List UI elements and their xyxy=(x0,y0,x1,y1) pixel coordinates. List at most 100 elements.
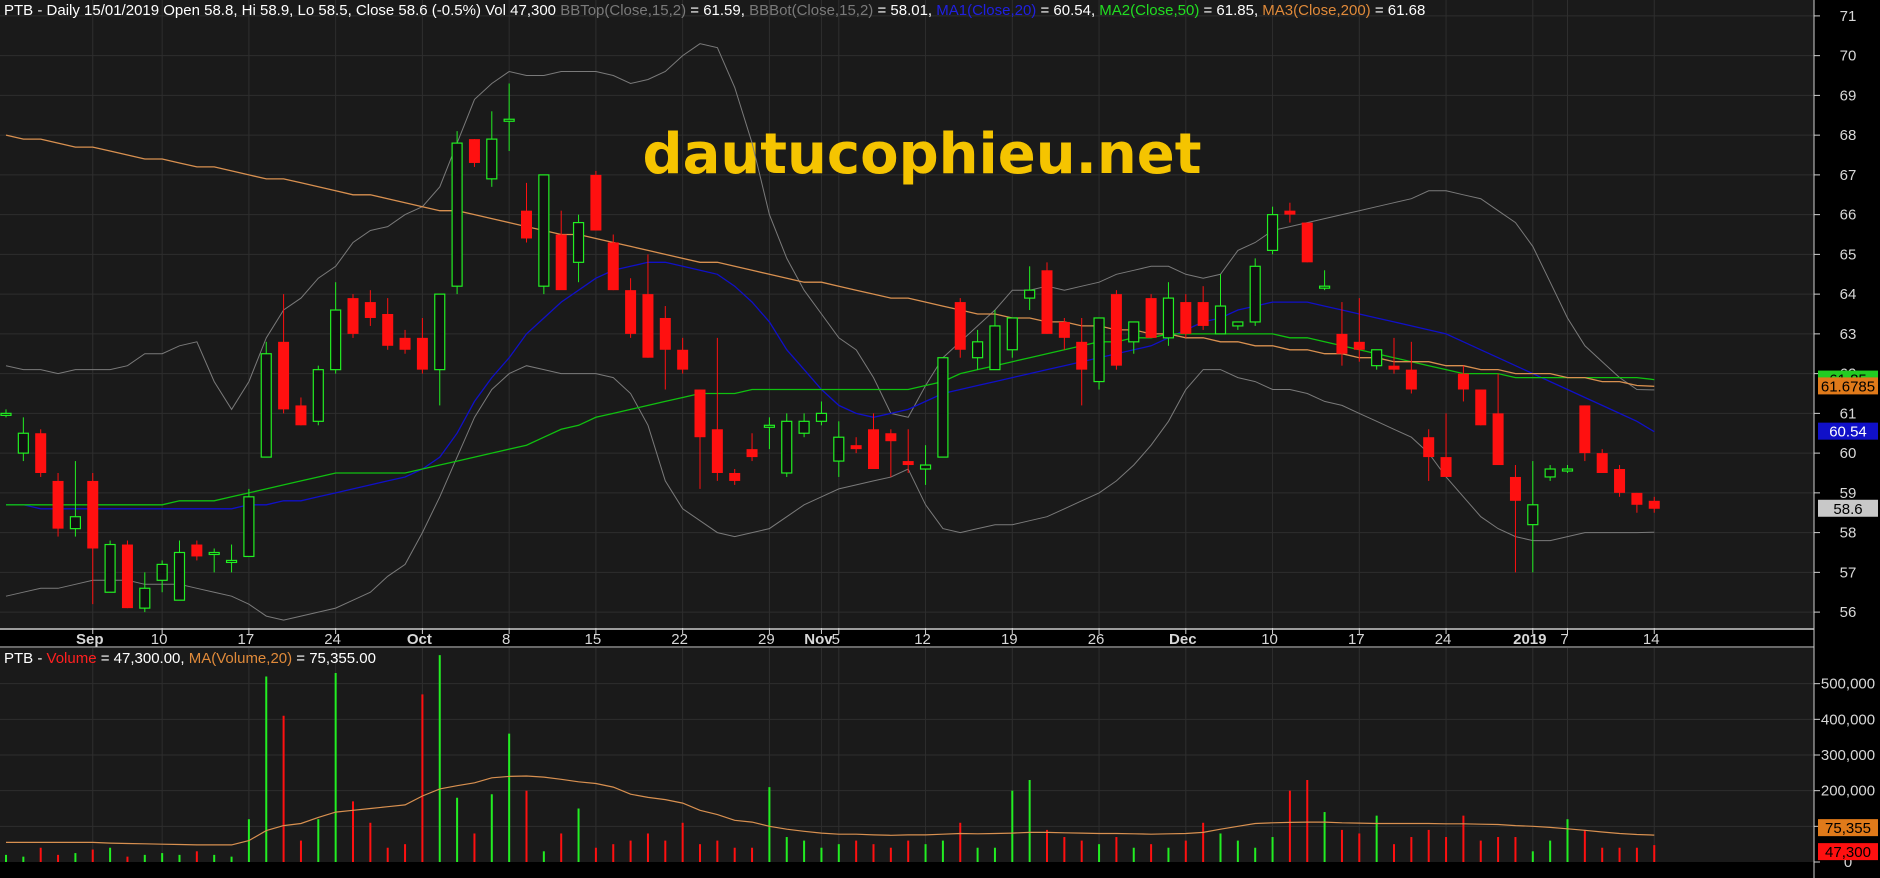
candle-body-down xyxy=(1388,365,1400,370)
candle-body-up xyxy=(989,325,1001,371)
candle-body-down xyxy=(399,337,411,350)
ticker-symbol: PTB xyxy=(4,2,33,19)
candle-body-up xyxy=(572,221,585,263)
candle-body-up xyxy=(971,341,984,359)
candle-body-up xyxy=(538,174,550,287)
x-tick-label: 12 xyxy=(914,631,931,648)
candle-body-up xyxy=(1249,265,1261,323)
candle-body-down xyxy=(347,298,359,334)
candle-body-up xyxy=(833,436,845,462)
y-tick-label: 61 xyxy=(1840,405,1857,422)
candle-body-down xyxy=(1631,492,1643,505)
candle-body-down xyxy=(659,317,671,350)
candle-body-down xyxy=(468,139,480,163)
ma2-value: = 61.85, xyxy=(1199,2,1262,19)
candle-body-down xyxy=(278,341,290,410)
candle-body-down xyxy=(87,480,99,549)
candle-body-down xyxy=(1596,453,1608,473)
price-header: PTB - Daily 15/01/2019 Open 58.8, Hi 58.… xyxy=(4,2,1425,19)
volume-tick-label: 300,000 xyxy=(1821,747,1875,764)
candle-body-up xyxy=(312,369,324,422)
y-tick-label: 71 xyxy=(1840,8,1857,25)
candle-body-down xyxy=(1110,294,1122,366)
y-tick-label: 60 xyxy=(1840,445,1857,462)
x-tick-label: 7 xyxy=(1560,631,1568,648)
ma3-value: = 61.68 xyxy=(1371,2,1426,19)
candle-body-down xyxy=(850,445,862,450)
x-tick-label: 19 xyxy=(1001,631,1018,648)
volume-tick-label: 200,000 xyxy=(1821,783,1875,800)
candle-body-down xyxy=(35,433,47,473)
candle-body-down xyxy=(590,174,602,231)
candle-body-up xyxy=(486,138,498,180)
candle-body-up xyxy=(434,293,446,371)
ma2-label: MA2(Close,50) xyxy=(1099,2,1199,19)
ma3-label: MA3(Close,200) xyxy=(1262,2,1370,19)
candle-body-down xyxy=(1284,210,1296,215)
y-tick-label: 70 xyxy=(1840,48,1857,65)
candle-body-up xyxy=(1561,468,1574,472)
candle-body-up xyxy=(1318,285,1331,289)
candle-body-up xyxy=(173,551,186,601)
volume-tick-label: 500,000 xyxy=(1821,676,1875,693)
x-tick-label: 24 xyxy=(1435,631,1452,648)
candle-body-up xyxy=(451,142,463,287)
candle-body-up xyxy=(798,420,810,434)
candle-body-down xyxy=(295,405,307,426)
y-tick-label: 64 xyxy=(1840,286,1857,303)
candle-body-up xyxy=(1006,317,1018,351)
candle-body-down xyxy=(416,337,428,370)
candle-body-up xyxy=(937,357,949,458)
candle-body-down xyxy=(642,294,654,358)
candle-body-up xyxy=(17,432,29,454)
candle-body-down xyxy=(677,349,689,370)
volume-ma-value: = 75,355.00 xyxy=(292,650,376,667)
x-tick-label: Oct xyxy=(407,631,432,648)
candle-body-up xyxy=(1162,297,1175,339)
volume-sep: - xyxy=(33,650,46,667)
candle-body-up xyxy=(0,412,12,416)
watermark: dautucophieu.net xyxy=(643,122,1202,187)
candle-body-up xyxy=(1371,349,1383,367)
candle-body-down xyxy=(868,429,879,470)
bbtop-label: BBTop(Close,15,2) xyxy=(560,2,686,19)
candle-body-down xyxy=(1648,500,1660,509)
last-value-tag: 58.6 xyxy=(1833,501,1862,518)
y-tick-label: 56 xyxy=(1840,604,1857,621)
candle-body-down xyxy=(746,449,758,458)
candle-body-up xyxy=(69,516,82,530)
stock-chart[interactable]: dautucophieu.net 56575859606162636465666… xyxy=(0,0,1880,878)
x-tick-label: 29 xyxy=(758,631,775,648)
x-tick-label: Nov xyxy=(804,631,833,648)
price-panel xyxy=(0,0,1814,628)
x-tick-label: 10 xyxy=(1261,631,1278,648)
candle-body-down xyxy=(1336,333,1348,354)
candle-body-up xyxy=(330,309,342,371)
candle-body-down xyxy=(1614,469,1626,493)
bbtop-value: = 61.59, xyxy=(686,2,749,19)
volume-ma-tag: 75,355 xyxy=(1825,820,1871,837)
candle-body-up xyxy=(243,496,255,558)
candle-body-down xyxy=(1058,321,1070,338)
y-tick-label: 68 xyxy=(1840,127,1857,144)
bbbot-value: = 58.01, xyxy=(873,2,936,19)
candle-body-down xyxy=(1492,413,1504,466)
candle-body-down xyxy=(382,314,394,346)
x-tick-label: 2019 xyxy=(1513,631,1546,648)
x-tick-label: 22 xyxy=(671,631,688,648)
candle-body-down xyxy=(1509,476,1521,501)
candle-body-up xyxy=(208,551,220,556)
y-tick-label: 63 xyxy=(1840,326,1857,343)
x-tick-label: 15 xyxy=(585,631,602,648)
x-tick-label: 5 xyxy=(832,631,840,648)
ohlc-info: - Daily 15/01/2019 Open 58.8, Hi 58.9, L… xyxy=(33,2,560,19)
x-tick-label: 17 xyxy=(1348,631,1365,648)
candle-body-up xyxy=(1128,321,1140,343)
candle-body-down xyxy=(364,302,376,318)
last-value-tag: 61.6785 xyxy=(1821,378,1875,395)
volume-header: PTB - Volume = 47,300.00, MA(Volume,20) … xyxy=(4,650,376,667)
x-tick-label: 17 xyxy=(238,631,255,648)
candle-body-up xyxy=(156,563,168,581)
candle-body-down xyxy=(52,480,64,529)
candle-body-down xyxy=(555,234,567,291)
